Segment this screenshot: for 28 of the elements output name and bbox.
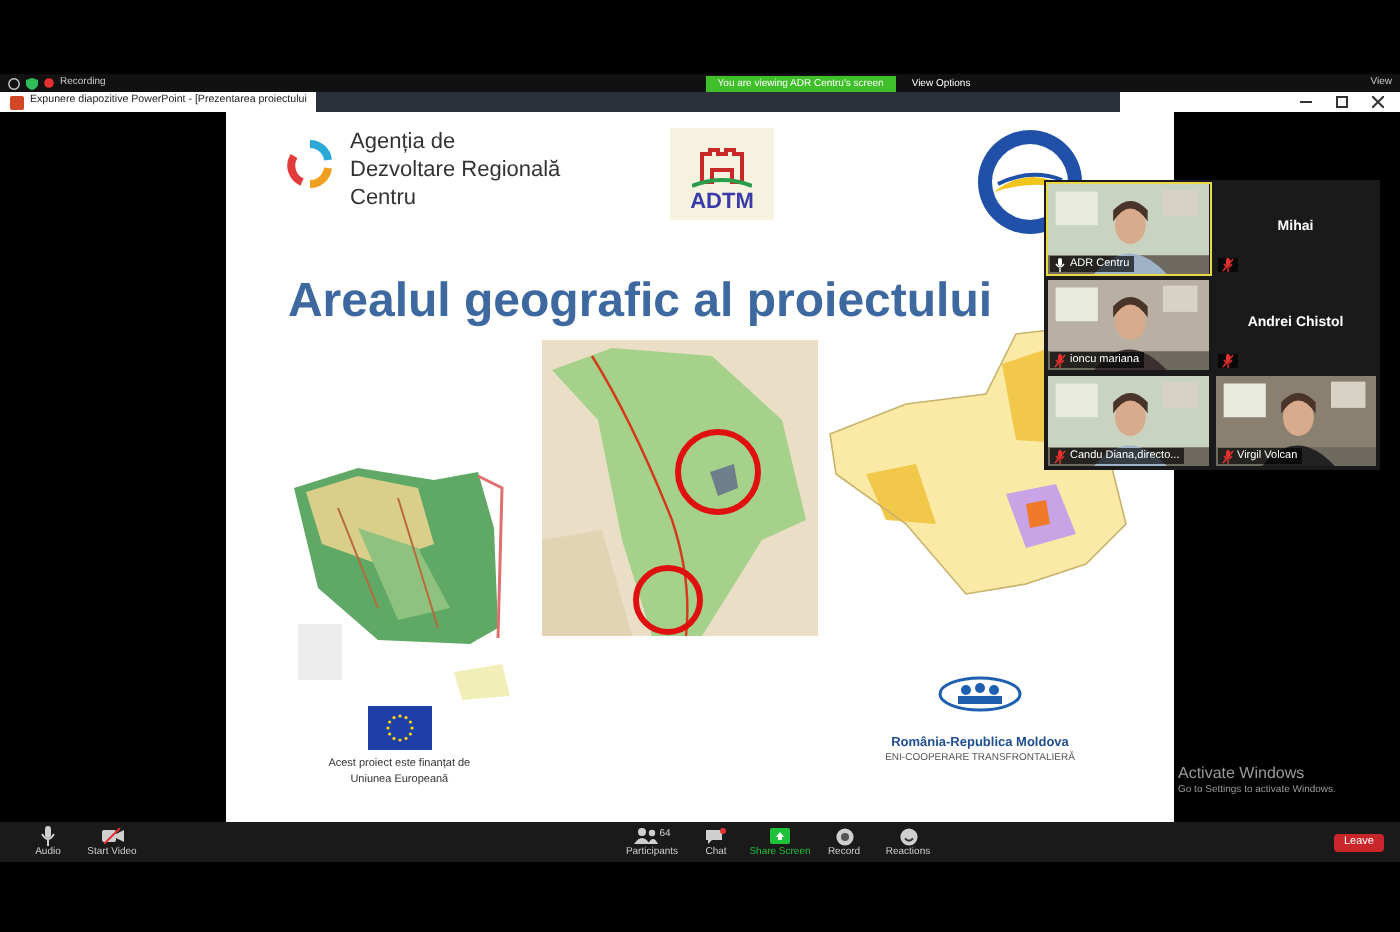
mic-icon bbox=[40, 826, 56, 846]
mic-icon bbox=[1054, 257, 1066, 271]
agency-name: Agenția de bbox=[350, 128, 458, 156]
share-screen-icon bbox=[770, 828, 790, 844]
muted-mic-icon bbox=[1221, 449, 1233, 463]
program-logo-icon bbox=[934, 674, 1026, 714]
record-icon bbox=[44, 78, 54, 88]
record-icon bbox=[835, 827, 853, 845]
activation-title: Activate Windows bbox=[1178, 764, 1307, 784]
logo-text: ADTM bbox=[690, 190, 754, 214]
slide-heading: Arealul geografic al proiectului bbox=[285, 272, 995, 332]
muted-mic-icon bbox=[1221, 354, 1233, 368]
agency-name: Centru bbox=[350, 184, 419, 212]
chat-icon bbox=[706, 827, 726, 845]
fortress-icon bbox=[692, 146, 752, 190]
people-icon bbox=[633, 828, 658, 844]
muted-mic-icon bbox=[1221, 258, 1233, 272]
close-icon[interactable] bbox=[1372, 96, 1384, 108]
minimize-icon[interactable] bbox=[1300, 96, 1312, 108]
agency-logo-icon bbox=[286, 140, 334, 188]
smiley-icon bbox=[899, 827, 917, 845]
powerpoint-icon bbox=[10, 95, 24, 109]
agency-name: Dezvoltare Regională bbox=[350, 156, 561, 184]
camera-off-icon bbox=[101, 828, 123, 844]
info-icon bbox=[8, 77, 20, 89]
shield-icon bbox=[26, 77, 38, 89]
maximize-icon[interactable] bbox=[1336, 96, 1348, 108]
eu-flag-icon bbox=[367, 706, 432, 750]
